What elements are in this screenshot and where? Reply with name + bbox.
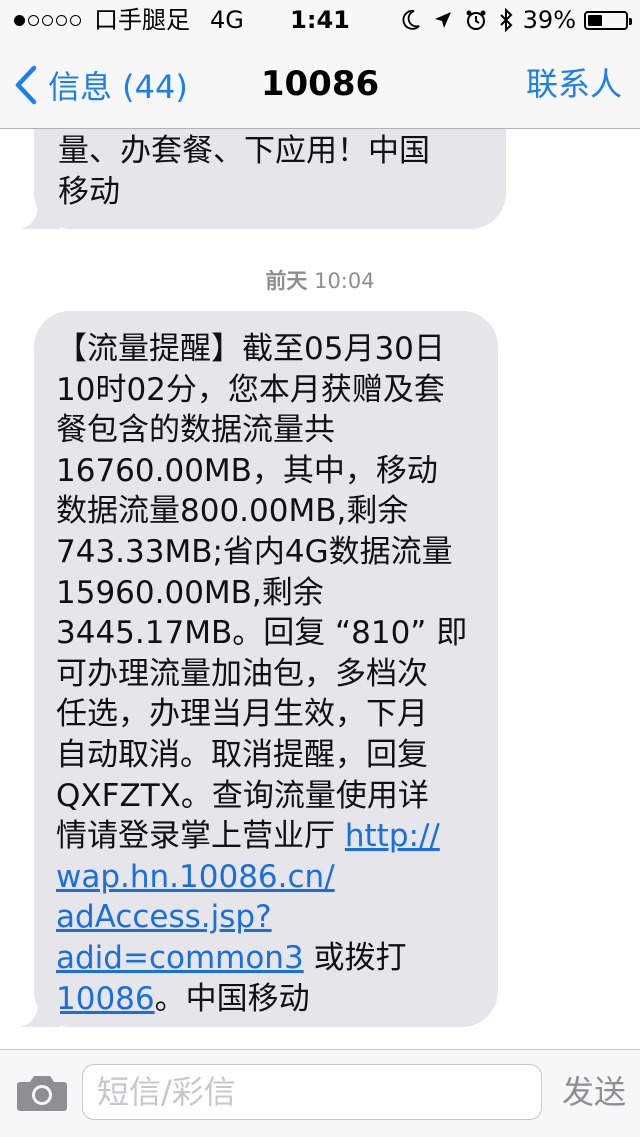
camera-button[interactable] — [16, 1074, 68, 1116]
message-line: 量、办套餐、下应用！中国 — [58, 133, 430, 169]
message-text-input[interactable] — [82, 1064, 542, 1120]
message-text: 或拨打 — [303, 939, 407, 976]
bubble-tail — [20, 995, 60, 1027]
message-line: 移动 — [58, 173, 120, 210]
message-line: 餐包含的数据流量共 — [56, 412, 335, 449]
contact-button[interactable]: 联系人 — [526, 64, 622, 104]
url-link-part[interactable]: adAccess.jsp? — [56, 899, 272, 935]
message-bubble-previous[interactable]: 量、办套餐、下应用！中国 移动 — [20, 129, 506, 229]
battery-percent: 39% — [522, 6, 576, 34]
message-line: 16760.00MB，其中，移动 — [56, 452, 438, 489]
back-button-label: 信息 (44) — [48, 68, 188, 106]
message-line: 可办理流量加油包，多档次 — [56, 655, 428, 692]
status-right: 39% — [389, 6, 632, 34]
alarm-clock-icon — [465, 9, 487, 31]
chevron-left-icon — [15, 65, 37, 105]
message-bubble-received[interactable]: 【流量提醒】截至05月30日 10时02分，您本月获赠及套 餐包含的数据流量共 … — [20, 311, 498, 1027]
message-line: 10086。中国移动 — [56, 979, 478, 1020]
send-button[interactable]: 发送 — [562, 1072, 626, 1112]
timestamp-time: 10:04 — [314, 269, 375, 293]
navigation-bar: 信息 (44) 10086 联系人 — [0, 40, 640, 129]
message-input-bar: 发送 — [0, 1049, 640, 1137]
message-line: adid=common3 或拨打 — [56, 938, 478, 979]
message-text: 。中国移动 — [154, 980, 310, 1017]
timestamp-day: 前天 — [265, 269, 308, 293]
conversation-view[interactable]: 量、办套餐、下应用！中国 移动 前天 10:04 【流量提醒】截至05月30日 … — [0, 129, 640, 1049]
message-line: 15960.00MB,剩余 — [56, 574, 324, 611]
message-line: 情请登录掌上营业厅 http:// — [56, 816, 478, 857]
url-link-part[interactable]: wap.hn.10086.cn/ — [56, 859, 335, 895]
message-timestamp: 前天 10:04 — [0, 265, 640, 295]
message-text: 情请登录掌上营业厅 — [56, 818, 345, 855]
message-line: 743.33MB;省内4G数据流量 — [56, 533, 453, 570]
message-line: 任选，办理当月生效，下月 — [56, 696, 428, 733]
status-bar: 口手腿足 4G 1:41 39% — [0, 0, 640, 40]
message-line: adAccess.jsp? — [56, 897, 478, 938]
phone-number-link[interactable]: 10086 — [56, 981, 155, 1017]
url-link-part[interactable]: adid=common3 — [56, 940, 304, 976]
moon-icon — [401, 9, 421, 31]
message-line: 3445.17MB。回复 “810” 即 — [56, 615, 468, 652]
message-line: wap.hn.10086.cn/ — [56, 857, 478, 898]
message-line: 数据流量800.00MB,剩余 — [56, 493, 409, 530]
message-line: 自动取消。取消提醒，回复 — [56, 736, 428, 773]
location-arrow-icon — [433, 10, 453, 30]
message-line: QXFZTX。查询流量使用详 — [56, 777, 429, 814]
message-line: 【流量提醒】截至05月30日 — [56, 331, 445, 367]
message-line: 10时02分，您本月获赠及套 — [56, 371, 445, 408]
back-button[interactable]: 信息 (44) — [14, 62, 188, 108]
bubble-tail — [20, 197, 60, 229]
camera-icon — [17, 1076, 67, 1111]
bluetooth-icon — [499, 8, 513, 32]
battery-icon — [584, 10, 632, 30]
url-link-part[interactable]: http:// — [345, 818, 440, 854]
battery-level — [588, 14, 603, 26]
